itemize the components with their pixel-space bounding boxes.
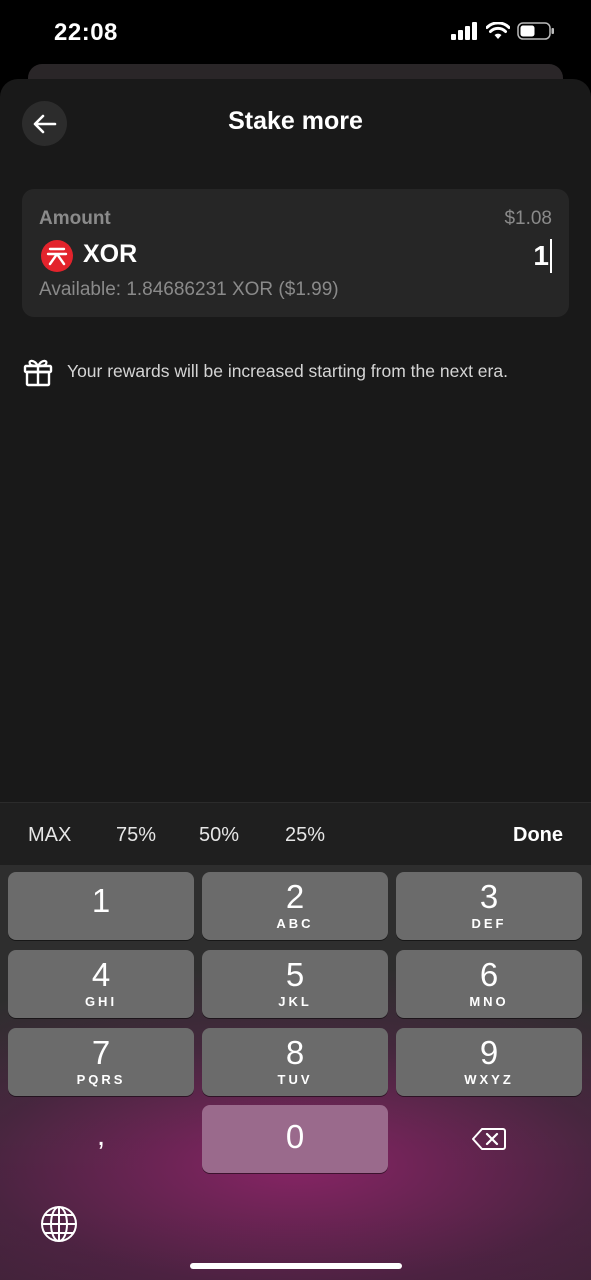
status-bar: 22:08 <box>0 0 591 66</box>
numeric-keyboard: 1 2 ABC 3 DEF 4 GHI 5 JKL 6 MNO 7 PQRS 8… <box>0 865 591 1280</box>
percent-25-button[interactable]: 25% <box>285 824 325 847</box>
percent-75-button[interactable]: 75% <box>116 824 156 847</box>
percent-50-button[interactable]: 50% <box>199 824 239 847</box>
key-7[interactable]: 7 PQRS <box>8 1028 194 1096</box>
amount-input-value: 1 <box>533 240 549 271</box>
amount-label: Amount <box>39 208 111 229</box>
signal-icon <box>451 22 477 40</box>
rewards-info-text: Your rewards will be increased starting … <box>67 360 508 381</box>
backspace-icon <box>472 1128 506 1150</box>
key-decimal[interactable]: , <box>8 1105 194 1173</box>
gift-icon <box>23 359 53 387</box>
wifi-icon <box>486 22 510 39</box>
delete-key[interactable] <box>396 1105 582 1173</box>
battery-icon <box>517 22 554 40</box>
text-caret <box>550 239 552 273</box>
home-indicator <box>190 1263 402 1269</box>
status-time: 22:08 <box>54 19 118 46</box>
amount-fiat-value: $1.08 <box>504 208 552 229</box>
key-4[interactable]: 4 GHI <box>8 950 194 1018</box>
rewards-info: Your rewards will be increased starting … <box>22 355 508 387</box>
amount-card[interactable]: Amount $1.08 XOR 1 Available: 1.84686231… <box>22 189 569 317</box>
amount-accessory-bar: MAX 75% 50% 25% Done <box>0 802 591 865</box>
key-0[interactable]: 0 <box>202 1105 388 1173</box>
xor-token-icon <box>41 240 73 272</box>
key-9[interactable]: 9 WXYZ <box>396 1028 582 1096</box>
page-title: Stake more <box>228 107 363 135</box>
max-button[interactable]: MAX <box>28 824 71 847</box>
key-6[interactable]: 6 MNO <box>396 950 582 1018</box>
key-1[interactable]: 1 <box>8 872 194 940</box>
available-balance: Available: 1.84686231 XOR ($1.99) <box>39 279 339 300</box>
key-8[interactable]: 8 TUV <box>202 1028 388 1096</box>
token-symbol: XOR <box>83 240 138 268</box>
key-3[interactable]: 3 DEF <box>396 872 582 940</box>
key-2[interactable]: 2 ABC <box>202 872 388 940</box>
globe-icon[interactable] <box>40 1205 78 1243</box>
amount-input[interactable]: 1 <box>533 239 552 273</box>
status-icons <box>451 22 555 40</box>
key-5[interactable]: 5 JKL <box>202 950 388 1018</box>
done-button[interactable]: Done <box>513 824 563 847</box>
